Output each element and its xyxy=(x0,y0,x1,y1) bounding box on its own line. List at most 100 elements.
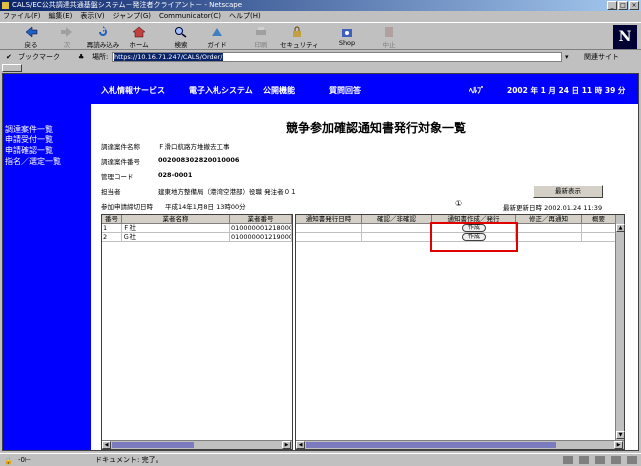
url-field[interactable]: https://10.16.71.247/CALS/Order/ xyxy=(112,52,562,62)
revise-cell xyxy=(516,224,582,233)
sidebar-item-nomination[interactable]: 指名／選定一覧 xyxy=(5,156,61,167)
col-header-confirm: 確認／非確認 xyxy=(362,215,432,224)
window-title-bar: CALS/EC公共調達共通基盤システム－発注者クライアント－ - Netscap… xyxy=(0,0,641,11)
mgmt-code-value: 028-0001 xyxy=(158,171,193,179)
refresh-button[interactable]: 最新表示 xyxy=(533,185,603,198)
mail-icon[interactable] xyxy=(579,456,589,464)
status-bar: 🔒 -0⊢ ドキュメント: 完了。 xyxy=(0,453,641,466)
shop-button[interactable]: Shop xyxy=(330,24,364,50)
status-text: ドキュメント: 完了。 xyxy=(95,456,163,464)
scroll-right-arrow-icon[interactable]: ▶ xyxy=(614,441,623,449)
location-label: 場所: xyxy=(92,53,109,61)
online-status-icon: -0⊢ xyxy=(18,456,32,464)
minimize-button[interactable]: _ xyxy=(607,1,617,10)
netscape-logo[interactable]: N xyxy=(613,25,637,49)
close-button[interactable]: × xyxy=(629,1,639,10)
stop-button[interactable]: 中止 xyxy=(372,24,406,50)
toolbar-collapse-row xyxy=(0,64,641,72)
scroll-thumb[interactable] xyxy=(112,442,194,448)
menu-bar: ファイル(F) 編集(E) 表示(V) ジャンプ(G) Communicator… xyxy=(0,11,641,22)
nav-qa[interactable]: 質問回答 xyxy=(329,85,361,96)
col-header-revise: 修正／再通知 xyxy=(516,215,582,224)
scroll-left-arrow-icon[interactable]: ◀ xyxy=(296,441,305,449)
discussion-icon[interactable] xyxy=(595,456,605,464)
shop-icon xyxy=(342,29,352,37)
issue-date-cell xyxy=(296,233,362,242)
search-icon xyxy=(175,27,187,38)
highlight-box xyxy=(430,222,518,252)
row-number: 1 xyxy=(102,224,122,233)
nav-public-functions[interactable]: 公開機能 xyxy=(263,85,295,96)
row-number: 2 xyxy=(102,233,122,242)
menu-edit[interactable]: 編集(E) xyxy=(49,11,73,22)
menu-file[interactable]: ファイル(F) xyxy=(3,11,41,22)
case-name-value: Ｆ滑口航路方堆撤去工事 xyxy=(158,143,230,151)
back-arrow-icon xyxy=(25,26,38,38)
bookmarks-button[interactable]: ブックマーク xyxy=(18,50,60,64)
menu-communicator[interactable]: Communicator(C) xyxy=(159,11,221,22)
confirm-cell xyxy=(362,233,432,242)
case-name-label: 調達案件名称 xyxy=(101,143,140,151)
composer-icon[interactable] xyxy=(611,456,621,464)
scroll-up-arrow-icon[interactable]: ▲ xyxy=(616,224,625,232)
window-title: CALS/EC公共調達共通基盤システム－発注者クライアント－ - Netscap… xyxy=(12,1,242,9)
toolbar-collapse-tab[interactable] xyxy=(2,64,22,72)
url-text: https://10.16.71.247/CALS/Order/ xyxy=(114,53,223,61)
person-label: 担当者 xyxy=(101,188,121,196)
person-value: 建東地方整備局（港湾空港部）役職 発注者０１ xyxy=(158,188,297,196)
scroll-right-arrow-icon[interactable]: ▶ xyxy=(282,441,291,449)
related-sites-button[interactable]: 関連サイト xyxy=(584,50,619,64)
col-header-vendor-number: 業者番号 xyxy=(230,215,292,224)
lock-icon xyxy=(293,26,301,37)
forward-button[interactable]: 次 xyxy=(50,24,84,50)
nav-bid-info-service[interactable]: 入札情報サービス xyxy=(101,85,165,96)
vendor-number: 010000001218000 xyxy=(230,224,292,233)
home-button[interactable]: ホーム xyxy=(122,24,156,50)
guide-button[interactable]: ガイド xyxy=(200,24,234,50)
nav-e-bidding-system[interactable]: 電子入札システム xyxy=(189,85,253,96)
forward-arrow-icon xyxy=(61,27,72,37)
reload-button[interactable]: 再読み込み xyxy=(86,24,120,50)
col-header-issue-date: 通知書発行日時 xyxy=(296,215,362,224)
scroll-thumb[interactable] xyxy=(306,442,556,448)
nav-help[interactable]: ﾍﾙﾌﾟ xyxy=(469,85,485,96)
left-horizontal-scrollbar[interactable]: ◀ ▶ xyxy=(102,440,292,449)
print-button[interactable]: 印刷 xyxy=(244,24,278,50)
col-header-vendor-name: 業者名称 xyxy=(122,215,230,224)
confirm-cell xyxy=(362,224,432,233)
sidebar-item-application-received[interactable]: 申請受付一覧 xyxy=(5,134,53,145)
page-title: 競争参加確認通知書発行対象一覧 xyxy=(286,121,467,135)
navigation-toolbar: 戻る 次 再読み込み ホーム 検索 ガイド 印刷 セキュリティ Shop 中止 … xyxy=(0,22,641,50)
back-button[interactable]: 戻る xyxy=(14,24,48,50)
search-button[interactable]: 検索 xyxy=(164,24,198,50)
address-book-icon[interactable] xyxy=(627,456,637,464)
last-update: 最新更新日時 2002.01.24 11:39 xyxy=(503,204,603,212)
current-datetime: 2002 年 1 月 24 日 11 時 39 分 xyxy=(507,86,626,95)
scroll-down-arrow-icon[interactable]: ▼ xyxy=(616,431,625,439)
menu-view[interactable]: 表示(V) xyxy=(80,11,104,22)
netscape-app-icon xyxy=(2,2,9,9)
security-status-icon[interactable]: 🔒 xyxy=(4,455,13,466)
stop-icon xyxy=(385,27,393,37)
callout-marker: ① xyxy=(455,199,463,208)
bookmark-icon: ✔ xyxy=(6,53,12,61)
url-dropdown-icon[interactable]: ▾ xyxy=(565,50,569,64)
maximize-button[interactable]: □ xyxy=(618,1,628,10)
sidebar-item-application-confirm[interactable]: 申請確認一覧 xyxy=(5,145,53,156)
mgmt-code-label: 管理コード xyxy=(101,173,134,181)
page-proxy-icon: ♣ xyxy=(78,53,85,61)
printer-icon xyxy=(256,27,266,35)
vendor-table-pane: 番号 業者名称 業者番号 1 Ｆ社 010000001218000 2 Ｇ社 0… xyxy=(101,214,293,450)
col-header-number: 番号 xyxy=(102,215,122,224)
scroll-left-arrow-icon[interactable]: ◀ xyxy=(102,441,111,449)
menu-go[interactable]: ジャンプ(G) xyxy=(113,11,151,22)
deadline-value: 平成14年1月8日 13時00分 xyxy=(165,203,246,211)
menu-help[interactable]: ヘルプ(H) xyxy=(229,11,261,22)
summary-cell xyxy=(582,224,616,233)
right-horizontal-scrollbar[interactable]: ◀ ▶ xyxy=(296,440,624,449)
deadline-label: 参加申請締切日時 xyxy=(101,203,153,211)
issue-date-cell xyxy=(296,224,362,233)
navigator-icon[interactable] xyxy=(563,456,573,464)
security-button[interactable]: セキュリティ xyxy=(280,24,319,50)
right-vertical-scrollbar[interactable]: ▲ ▼ xyxy=(615,215,625,440)
